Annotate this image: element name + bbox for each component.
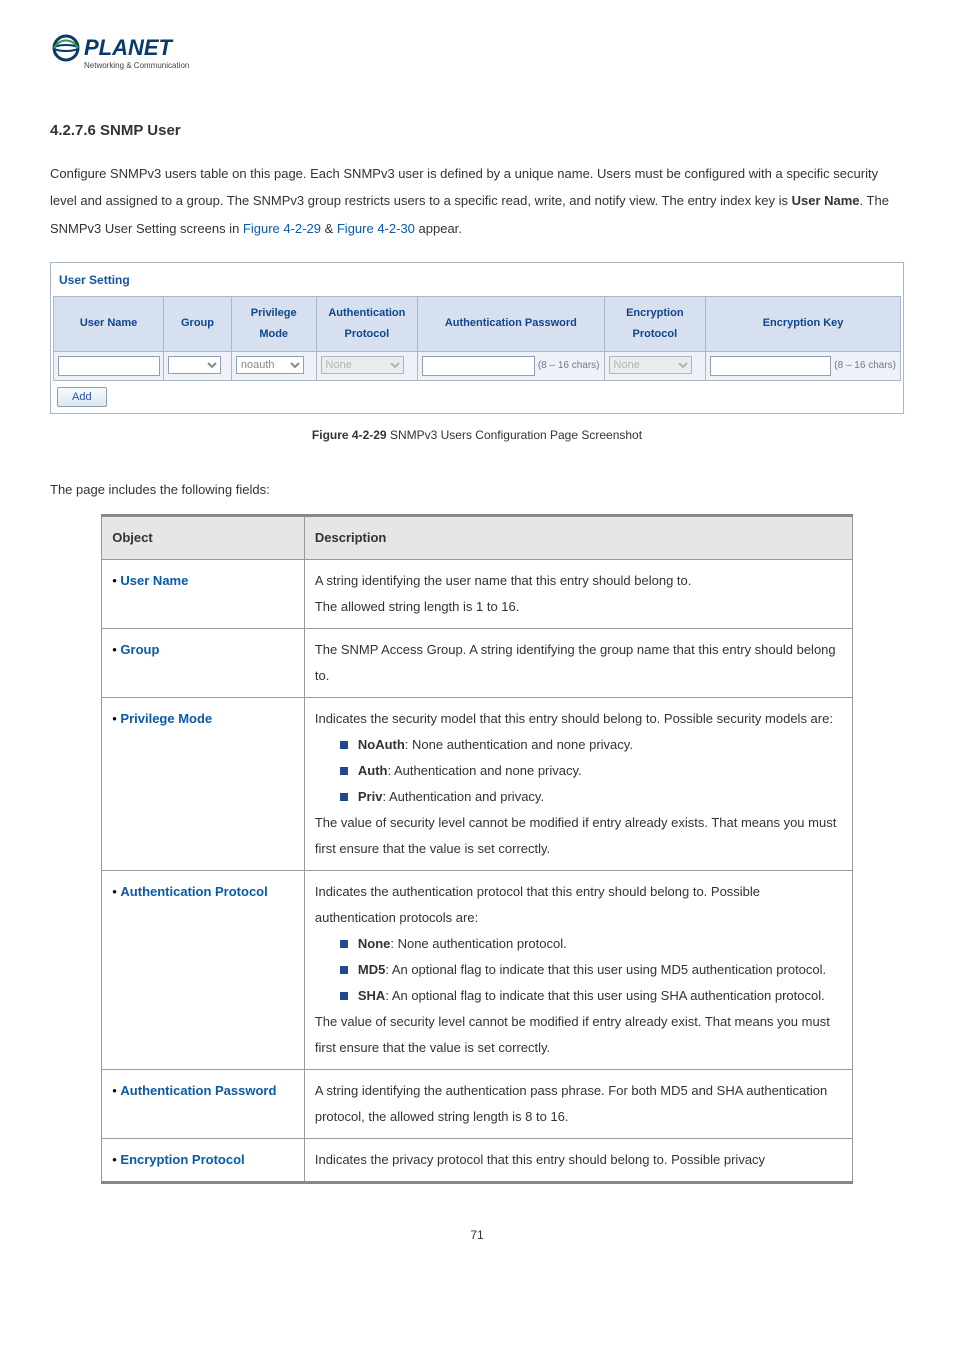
authproto-item3-t: : An optional flag to indicate that this… [385,988,824,1003]
authproto-item1-b: None [358,936,391,951]
col-username: User Name [54,296,164,351]
square-bullet-icon [340,992,348,1000]
row-authpw: • Authentication Password A string ident… [102,1069,853,1138]
desc-username-2: The allowed string length is 1 to 16. [315,594,842,620]
obj-authpw: Authentication Password [120,1083,276,1098]
fields-header-desc: Description [304,515,852,559]
square-bullet-icon [340,741,348,749]
privmode-item3-t: : Authentication and privacy. [382,789,544,804]
enckey-input[interactable] [710,356,831,376]
intro-text-1: Configure SNMPv3 users table on this pag… [50,166,878,208]
square-bullet-icon [340,793,348,801]
privmode-item1-t: : None authentication and none privacy. [405,737,633,752]
username-input[interactable] [58,356,160,376]
row-username: • User Name A string identifying the use… [102,559,853,628]
authproto-item2-t: : An optional flag to indicate that this… [385,962,826,977]
square-bullet-icon [340,940,348,948]
user-setting-panel: User Setting User Name Group Privilege M… [50,262,904,414]
privmode-intro: Indicates the security model that this e… [315,706,842,732]
enckey-hint: (8 – 16 chars) [834,356,896,375]
desc-authpw: A string identifying the authentication … [315,1078,842,1130]
col-enckey: Encryption Key [706,296,901,351]
privmode-item2-b: Auth [358,763,388,778]
square-bullet-icon [340,767,348,775]
page-number: 71 [50,1224,904,1247]
desc-group: The SNMP Access Group. A string identify… [315,637,842,689]
logo-tagline: Networking & Communication [84,61,189,70]
user-setting-row: noauth None (8 – 16 chars) None (8 – 16 … [54,351,901,380]
authproto-intro: Indicates the authentication protocol th… [315,879,842,931]
obj-username: User Name [120,573,188,588]
user-setting-legend: User Setting [53,265,901,296]
row-encproto: • Encryption Protocol Indicates the priv… [102,1138,853,1182]
authpw-input[interactable] [422,356,535,376]
col-authpw: Authentication Password [418,296,604,351]
logo: PLANET Networking & Communication [50,30,904,87]
logo-brand: PLANET [84,35,174,60]
fields-header-object: Object [102,515,305,559]
obj-privmode: Privilege Mode [120,711,212,726]
intro-amp: & [321,221,337,236]
authproto-item3-b: SHA [358,988,385,1003]
privmode-item3-b: Priv [358,789,383,804]
row-group: • Group The SNMP Access Group. A string … [102,628,853,697]
group-select[interactable] [168,356,221,374]
figure-caption-text: SNMPv3 Users Configuration Page Screensh… [387,428,642,442]
obj-encproto: Encryption Protocol [120,1152,244,1167]
col-privmode: Privilege Mode [231,296,316,351]
fields-intro: The page includes the following fields: [50,476,904,503]
figure-link-30[interactable]: Figure 4-2-30 [337,221,415,236]
col-encproto: Encryption Protocol [604,296,706,351]
figure-link-29[interactable]: Figure 4-2-29 [243,221,321,236]
col-authproto: Authentication Protocol [316,296,418,351]
fields-table: Object Description • User Name A string … [101,514,853,1184]
authpw-hint: (8 – 16 chars) [538,356,600,375]
authproto-select[interactable]: None [321,356,404,374]
authproto-item1-t: : None authentication protocol. [390,936,566,951]
privmode-item2-t: : Authentication and none privacy. [387,763,581,778]
desc-username-1: A string identifying the user name that … [315,568,842,594]
figure-caption: Figure 4-2-29 SNMPv3 Users Configuration… [50,424,904,447]
privmode-item1-b: NoAuth [358,737,405,752]
privmode-outro: The value of security level cannot be mo… [315,810,842,862]
user-setting-table: User Name Group Privilege Mode Authentic… [53,296,901,381]
row-privmode: • Privilege Mode Indicates the security … [102,697,853,870]
square-bullet-icon [340,966,348,974]
authproto-item2-b: MD5 [358,962,385,977]
row-authproto: • Authentication Protocol Indicates the … [102,870,853,1069]
intro-bold: User Name [792,193,860,208]
col-group: Group [164,296,232,351]
obj-group: Group [120,642,159,657]
add-button[interactable]: Add [57,387,107,407]
intro-text-3: appear. [415,221,462,236]
figure-caption-label: Figure 4-2-29 [312,428,387,442]
encproto-select[interactable]: None [609,356,692,374]
authproto-outro: The value of security level cannot be mo… [315,1009,842,1061]
obj-authproto: Authentication Protocol [120,884,267,899]
desc-encproto: Indicates the privacy protocol that this… [315,1147,842,1173]
privmode-select[interactable]: noauth [236,356,304,374]
intro-paragraph: Configure SNMPv3 users table on this pag… [50,160,904,242]
section-heading: 4.2.7.6 SNMP User [50,117,904,146]
